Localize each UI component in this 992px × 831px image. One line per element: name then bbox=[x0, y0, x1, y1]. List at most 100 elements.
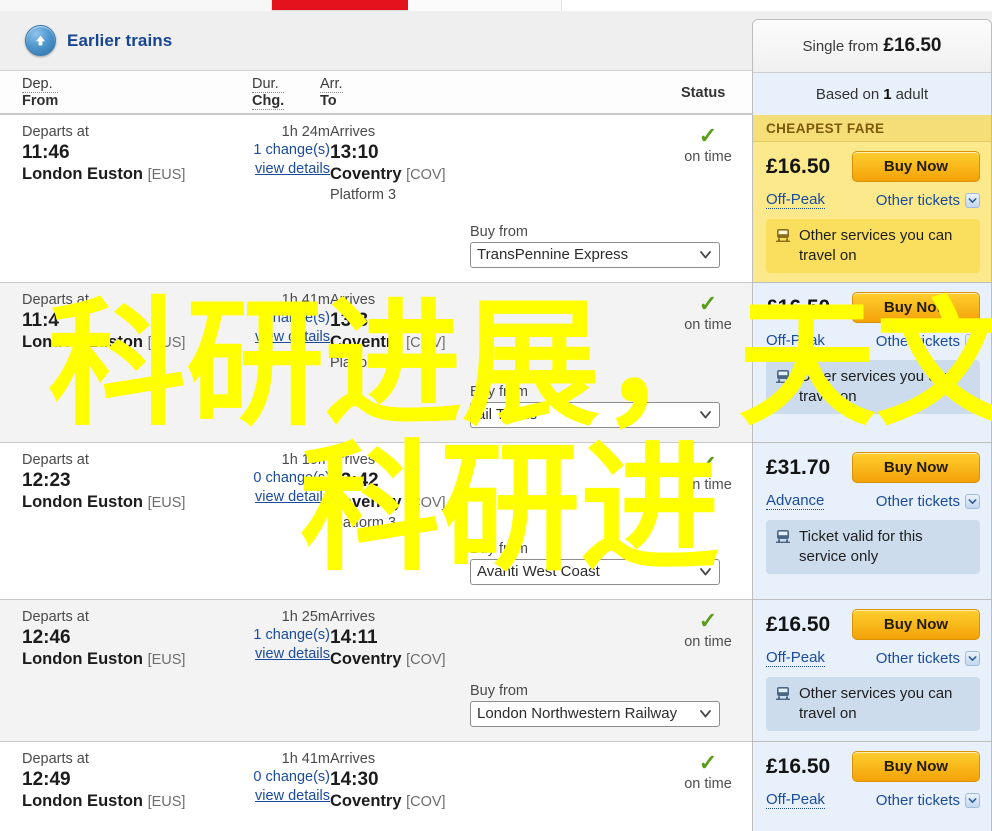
based-on-summary: Based on 1 adult bbox=[753, 73, 991, 115]
column-header-arr-label: Arr. bbox=[320, 76, 343, 93]
fare-price-row: £16.50 Buy Now bbox=[766, 151, 980, 182]
tab-strip-middle bbox=[408, 0, 562, 11]
view-details-link[interactable]: view details bbox=[236, 488, 330, 507]
duration-value: 1h 41m bbox=[281, 292, 330, 308]
buy-now-button[interactable]: Buy Now bbox=[852, 751, 980, 782]
duration-value: 1h 41m bbox=[281, 751, 330, 767]
other-tickets-button[interactable]: Other tickets bbox=[876, 333, 980, 350]
operator-select[interactable]: TransPennine Express bbox=[470, 242, 720, 268]
table-row[interactable]: Departs at 11:4 London Euston [EUS] 1h 41m c… bbox=[0, 283, 992, 443]
arrival-time: 13:10 bbox=[330, 142, 379, 163]
buy-now-button[interactable]: Buy Now bbox=[852, 151, 980, 182]
browser-tab-strip bbox=[0, 0, 992, 11]
buy-now-button[interactable]: Buy Now bbox=[852, 609, 980, 640]
fare-note: Ticket valid for this service only bbox=[766, 520, 980, 574]
fare-price-row: £31.70 Buy Now bbox=[766, 452, 980, 483]
platform-label: Platform 3 bbox=[330, 187, 397, 203]
operator-select[interactable]: Avanti West Coast bbox=[470, 559, 720, 585]
fare-panel: £16.50 Buy Now Off-Peak Other tickets Other … bbox=[752, 283, 992, 443]
changes-value[interactable]: change(s) bbox=[236, 309, 330, 328]
column-header-departure: Dep. From bbox=[22, 76, 59, 109]
table-row[interactable]: Departs at 12:49 London Euston [EUS] 1h 41m… bbox=[0, 742, 992, 831]
fare-type-link[interactable]: Off-Peak bbox=[766, 332, 825, 350]
origin-station-code: [EUS] bbox=[147, 335, 186, 351]
chevron-down-icon bbox=[699, 564, 712, 580]
column-header-duration: Dur. Chg. bbox=[252, 76, 285, 110]
fare-type-link[interactable]: Off-Peak bbox=[766, 649, 825, 667]
fare-note-text: Other services you can travel on bbox=[799, 685, 953, 722]
view-details-link[interactable]: view details bbox=[236, 645, 330, 664]
status-text: on time bbox=[684, 317, 732, 333]
table-row[interactable]: Departs at 12:46 London Euston [EUS] 1h 25m… bbox=[0, 600, 992, 742]
status-cell: ✓ on time bbox=[672, 609, 744, 651]
status-text: on time bbox=[684, 634, 732, 650]
arrival-cell: Arrives 13:3 Coventry [COV] Platform bbox=[330, 292, 446, 373]
arrival-cell: Arrives 14:11 Coventry [COV] bbox=[330, 609, 446, 671]
arrival-time: 13:42 bbox=[330, 470, 379, 491]
fare-body: £16.50 Buy Now Off-Peak Other tickets Other … bbox=[753, 283, 991, 424]
changes-value[interactable]: 1 change(s) bbox=[236, 141, 330, 160]
earlier-trains-button[interactable]: Earlier trains bbox=[25, 25, 172, 56]
departure-cell: Departs at 11:46 London Euston [EUS] bbox=[22, 124, 185, 186]
results-list: Departs at 11:46 London Euston [EUS] 1h 24m… bbox=[0, 115, 992, 831]
arrival-cell: Arrives 13:42 Coventry [COV] Platform 3 bbox=[330, 452, 446, 533]
duration-value: 1h 24m bbox=[281, 124, 330, 140]
view-details-link[interactable]: view details bbox=[236, 787, 330, 806]
chevron-down-icon bbox=[965, 650, 980, 666]
duration-cell: 1h 25m 1 change(s) view details bbox=[236, 609, 330, 664]
fare-summary-card: Single from £16.50 Based on 1 adult bbox=[752, 19, 992, 115]
train-icon bbox=[775, 684, 791, 707]
cheapest-fare-badge: CHEAPEST FARE bbox=[753, 115, 991, 142]
buy-now-button[interactable]: Buy Now bbox=[852, 452, 980, 483]
departs-at-label: Departs at bbox=[22, 751, 89, 767]
departs-at-label: Departs at bbox=[22, 452, 89, 468]
view-details-link[interactable]: view details bbox=[236, 160, 330, 179]
fare-type-link[interactable]: Off-Peak bbox=[766, 791, 825, 809]
destination-station-code: [COV] bbox=[406, 167, 446, 183]
other-tickets-button[interactable]: Other tickets bbox=[876, 650, 980, 667]
changes-value[interactable]: 1 change(s) bbox=[236, 626, 330, 645]
status-cell: ✓ on time bbox=[672, 452, 744, 494]
arrives-label: Arrives bbox=[330, 452, 376, 468]
fare-note-text: Other services you can travel on bbox=[799, 368, 953, 405]
changes-value[interactable]: 0 change(s) bbox=[236, 469, 330, 488]
status-text: on time bbox=[684, 149, 732, 165]
operator-select[interactable]: ail Trains bbox=[470, 402, 720, 428]
departure-time: 12:49 bbox=[22, 769, 71, 790]
duration-cell: 1h 24m 1 change(s) view details bbox=[236, 124, 330, 179]
chevron-down-icon bbox=[965, 493, 980, 509]
operator-select[interactable]: London Northwestern Railway bbox=[470, 701, 720, 727]
arrival-time: 13:3 bbox=[330, 310, 369, 331]
fare-type-link[interactable]: Off-Peak bbox=[766, 191, 825, 209]
based-on-prefix: Based on bbox=[815, 85, 880, 103]
fare-note: Other services you can travel on bbox=[766, 360, 980, 414]
table-row[interactable]: Departs at 12:23 London Euston [EUS] 1h 19m… bbox=[0, 443, 992, 600]
departs-at-label: Departs at bbox=[22, 124, 89, 140]
status-cell: ✓ on time bbox=[672, 751, 744, 793]
single-from-summary: Single from £16.50 bbox=[753, 20, 991, 73]
changes-value[interactable]: 0 change(s) bbox=[236, 768, 330, 787]
arrives-label: Arrives bbox=[330, 609, 376, 625]
tab-strip-left bbox=[0, 0, 272, 11]
other-tickets-button[interactable]: Other tickets bbox=[876, 792, 980, 809]
fare-panel: £31.70 Buy Now Advance Other tickets Ticket … bbox=[752, 443, 992, 600]
buy-now-button[interactable]: Buy Now bbox=[852, 292, 980, 323]
fare-type-row: Off-Peak Other tickets bbox=[766, 791, 980, 809]
chevron-down-icon bbox=[965, 333, 980, 349]
column-header-from-label: From bbox=[22, 93, 59, 109]
chevron-down-icon bbox=[699, 247, 712, 263]
active-tab-indicator[interactable] bbox=[272, 0, 408, 10]
fare-note-text: Ticket valid for this service only bbox=[799, 528, 923, 565]
other-tickets-button[interactable]: Other tickets bbox=[876, 192, 980, 209]
other-tickets-button[interactable]: Other tickets bbox=[876, 493, 980, 510]
tab-strip-right bbox=[562, 0, 992, 11]
table-row[interactable]: Departs at 11:46 London Euston [EUS] 1h 24m… bbox=[0, 115, 992, 283]
chevron-down-icon bbox=[965, 792, 980, 808]
chevron-down-icon bbox=[699, 407, 712, 423]
fare-body: £16.50 Buy Now Off-Peak Other tickets bbox=[753, 742, 991, 819]
view-details-link[interactable]: view details bbox=[236, 328, 330, 347]
fare-price-row: £16.50 Buy Now bbox=[766, 751, 980, 782]
buy-from-label: Buy from bbox=[470, 224, 529, 240]
origin-station: London Euston [EUS] bbox=[22, 792, 186, 810]
fare-type-link[interactable]: Advance bbox=[766, 492, 825, 510]
